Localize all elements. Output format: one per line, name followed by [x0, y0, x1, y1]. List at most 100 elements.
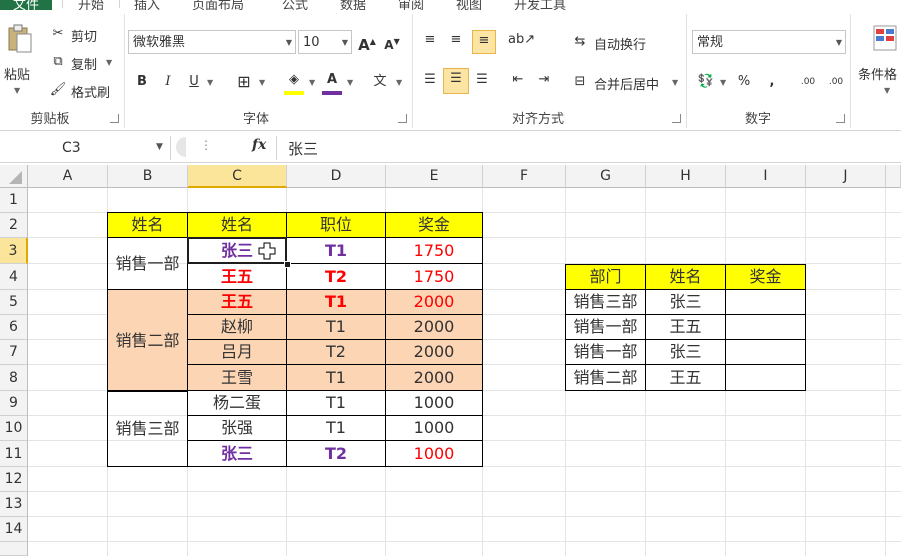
t2-cell[interactable]: 销售二部: [565, 364, 646, 391]
wrap-text-icon[interactable]: ⇆: [570, 32, 590, 52]
underline-button[interactable]: U: [184, 72, 204, 92]
t1-cell[interactable]: 2000: [385, 314, 483, 340]
font-launcher-icon[interactable]: [398, 114, 407, 123]
t1-group-cell[interactable]: 销售一部: [107, 237, 188, 290]
font-color-icon[interactable]: A: [322, 70, 342, 90]
t1-cell[interactable]: 赵柳: [187, 314, 287, 340]
t1-header-cell[interactable]: 职位: [286, 212, 386, 238]
t2-cell[interactable]: [725, 364, 806, 391]
row-header-8[interactable]: 8: [0, 365, 28, 391]
conditional-formatting-button[interactable]: 条件格: [858, 64, 897, 83]
t2-cell[interactable]: [725, 289, 806, 315]
t1-cell[interactable]: 1000: [385, 415, 483, 441]
t2-cell[interactable]: [725, 339, 806, 365]
increase-decimal-button[interactable]: .00: [796, 72, 820, 92]
align-left-icon[interactable]: ☰: [420, 70, 440, 90]
tab-formulas[interactable]: 公式: [282, 0, 308, 10]
t1-cell[interactable]: T1: [286, 364, 386, 391]
row-header-2[interactable]: 2: [0, 213, 28, 238]
scissors-icon[interactable]: ✂: [48, 24, 68, 44]
row-header-14[interactable]: 14: [0, 517, 28, 542]
t1-cell[interactable]: 1000: [385, 390, 483, 416]
wrap-text-button[interactable]: 自动换行: [594, 34, 646, 53]
font-size-combo[interactable]: 10 ▼: [298, 30, 352, 54]
t1-cell[interactable]: 1750: [385, 263, 483, 290]
column-header-b[interactable]: B: [108, 165, 188, 188]
row-header-4[interactable]: 4: [0, 264, 28, 290]
tab-file[interactable]: 文件: [0, 0, 52, 10]
merge-center-icon[interactable]: ⊟: [570, 72, 590, 92]
alignment-launcher-icon[interactable]: [672, 114, 681, 123]
clipboard-launcher-icon[interactable]: [110, 114, 119, 123]
font-name-combo[interactable]: 微软雅黑 ▼: [128, 30, 296, 54]
chevron-down-icon[interactable]: ▼: [720, 78, 726, 87]
t1-cell[interactable]: 杨二蛋: [187, 390, 287, 416]
t1-cell[interactable]: T1: [286, 314, 386, 340]
name-box[interactable]: C3 ▼: [0, 136, 171, 160]
t1-cell[interactable]: 张三: [187, 440, 287, 467]
t1-cell[interactable]: T1: [286, 237, 386, 264]
paste-dropdown-icon[interactable]: ▼: [14, 86, 20, 95]
column-header-j[interactable]: J: [806, 165, 886, 188]
chevron-down-icon[interactable]: ▼: [342, 31, 348, 55]
chevron-down-icon[interactable]: ▼: [884, 86, 890, 95]
number-format-combo[interactable]: 常规 ▼: [692, 30, 846, 54]
t1-cell[interactable]: 2000: [385, 339, 483, 365]
row-header-12[interactable]: 12: [0, 467, 28, 492]
copy-icon[interactable]: ⧉: [48, 52, 68, 72]
align-bottom-icon[interactable]: ≡: [472, 30, 496, 54]
row-header-11[interactable]: 11: [0, 441, 28, 467]
t1-cell[interactable]: 1000: [385, 440, 483, 467]
t2-header-cell[interactable]: 姓名: [645, 264, 726, 290]
orientation-icon[interactable]: ab↗: [508, 30, 535, 50]
percent-button[interactable]: %: [734, 72, 754, 92]
shrink-font-button[interactable]: A▼: [382, 32, 402, 52]
row-header-13[interactable]: 13: [0, 492, 28, 517]
italic-button[interactable]: I: [158, 72, 178, 92]
decrease-decimal-button[interactable]: .00: [824, 72, 848, 92]
tab-insert[interactable]: 插入: [134, 0, 160, 10]
row-header-9[interactable]: 9: [0, 391, 28, 416]
t2-cell[interactable]: 王五: [645, 314, 726, 340]
column-header-c[interactable]: C: [188, 165, 287, 188]
row-header-5[interactable]: 5: [0, 290, 28, 315]
t2-header-cell[interactable]: 部门: [565, 264, 646, 290]
row-header-3[interactable]: 3: [0, 238, 28, 264]
bold-button[interactable]: B: [132, 72, 152, 92]
t2-cell[interactable]: 销售一部: [565, 339, 646, 365]
chevron-down-icon[interactable]: ▼: [347, 78, 353, 87]
t1-cell[interactable]: T2: [286, 263, 386, 290]
phonetic-guide-icon[interactable]: 文: [370, 72, 390, 92]
t1-cell[interactable]: 王五: [187, 289, 287, 315]
chevron-down-icon[interactable]: ▼: [672, 78, 678, 87]
chevron-down-icon[interactable]: ▼: [286, 31, 292, 55]
column-header-a[interactable]: A: [28, 165, 108, 188]
chevron-down-icon[interactable]: ▼: [309, 78, 315, 87]
t1-cell[interactable]: 1750: [385, 237, 483, 264]
row-header-10[interactable]: 10: [0, 416, 28, 441]
formula-input[interactable]: 张三: [288, 138, 318, 159]
column-header-e[interactable]: E: [386, 165, 483, 188]
tab-data[interactable]: 数据: [340, 0, 366, 10]
tab-view[interactable]: 视图: [456, 0, 482, 10]
align-top-icon[interactable]: ≡: [420, 30, 440, 50]
t1-cell[interactable]: 2000: [385, 289, 483, 315]
tab-review[interactable]: 审阅: [398, 0, 424, 10]
t2-cell[interactable]: 张三: [645, 339, 726, 365]
t1-cell[interactable]: 吕月: [187, 339, 287, 365]
insert-function-icon[interactable]: fx: [252, 137, 266, 153]
t1-cell[interactable]: T2: [286, 339, 386, 365]
select-all-corner[interactable]: [0, 165, 28, 188]
fill-color-icon[interactable]: ◈: [284, 70, 304, 90]
copy-dropdown-icon[interactable]: ▼: [106, 58, 112, 67]
decrease-indent-icon[interactable]: ⇤: [508, 70, 528, 90]
t1-cell[interactable]: T1: [286, 415, 386, 441]
chevron-down-icon[interactable]: ▼: [396, 78, 402, 87]
column-header-f[interactable]: F: [483, 165, 566, 188]
t1-cell[interactable]: 2000: [385, 364, 483, 391]
row-header-15[interactable]: [0, 542, 28, 556]
t1-header-cell[interactable]: 姓名: [187, 212, 287, 238]
column-header-i[interactable]: I: [726, 165, 806, 188]
column-header-g[interactable]: G: [566, 165, 646, 188]
format-painter-icon[interactable]: 🖌: [48, 80, 68, 100]
